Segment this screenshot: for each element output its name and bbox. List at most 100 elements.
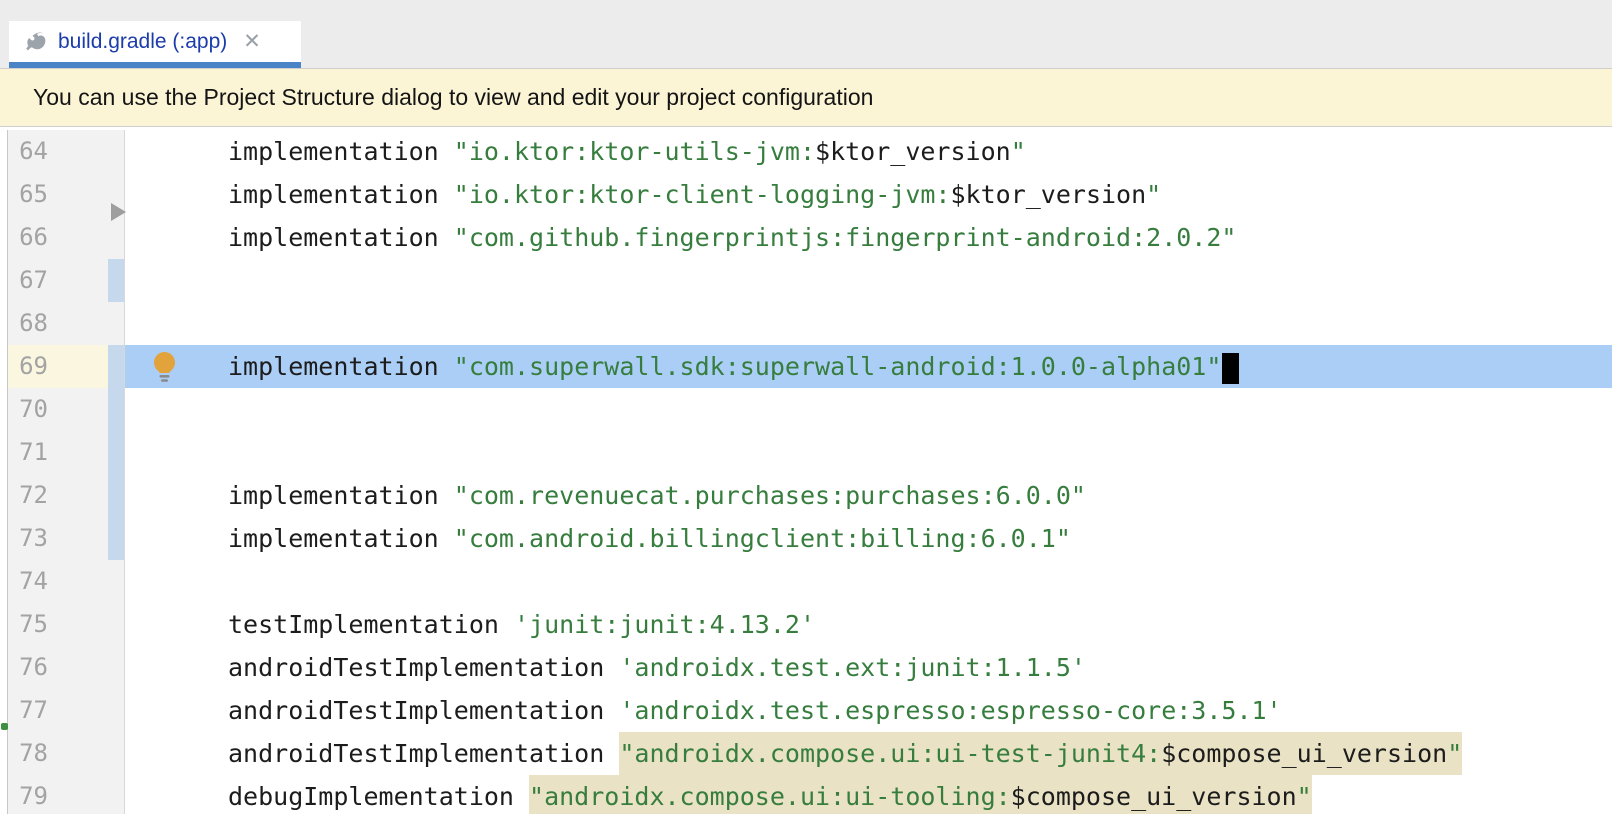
code-text[interactable]: testImplementation 'junit:junit:4.13.2' xyxy=(125,603,1612,646)
vcs-change-bar[interactable] xyxy=(108,431,124,474)
code-token: "com.superwall.sdk:superwall-android:1.0… xyxy=(454,352,1222,381)
tab-label: build.gradle (:app) xyxy=(58,30,227,54)
code-text[interactable] xyxy=(125,560,1612,603)
active-tab-indicator xyxy=(9,62,301,68)
line-number[interactable]: 67 xyxy=(8,259,48,302)
vcs-change-bar[interactable] xyxy=(108,474,124,517)
editor-left-strip xyxy=(0,216,8,259)
code-line-65[interactable]: 65 implementation "io.ktor:ktor-client-lo… xyxy=(0,173,1612,216)
line-number[interactable]: 78 xyxy=(8,732,48,775)
vcs-change-bar[interactable] xyxy=(108,517,124,560)
line-number[interactable]: 76 xyxy=(8,646,48,689)
code-token: " xyxy=(1011,137,1026,166)
code-text[interactable]: implementation "io.ktor:ktor-client-logg… xyxy=(125,173,1612,216)
method-separator-arrow-icon xyxy=(111,203,126,221)
close-icon[interactable]: ✕ xyxy=(243,31,261,52)
line-number[interactable]: 70 xyxy=(8,388,48,431)
editor-left-strip xyxy=(0,259,8,302)
code-line-67[interactable]: 67 xyxy=(0,259,1612,302)
code-token: " xyxy=(1146,180,1161,209)
line-number[interactable]: 75 xyxy=(8,603,48,646)
code-text[interactable]: implementation "com.revenuecat.purchases… xyxy=(125,474,1612,517)
gutter: 64 xyxy=(8,130,125,173)
line-number[interactable]: 68 xyxy=(8,302,48,345)
gradle-elephant-icon xyxy=(21,32,48,52)
line-number[interactable]: 72 xyxy=(8,474,48,517)
code-line-69[interactable]: 69 implementation "com.superwall.sdk:supe… xyxy=(0,345,1612,388)
editor-left-strip xyxy=(0,732,8,775)
code-line-66[interactable]: 66 implementation "com.github.fingerprint… xyxy=(0,216,1612,259)
code-line-77[interactable]: 77 androidTestImplementation 'androidx.te… xyxy=(0,689,1612,732)
gutter: 76 xyxy=(8,646,125,689)
line-number[interactable]: 73 xyxy=(8,517,48,560)
gutter: 75 xyxy=(8,603,125,646)
editor-tab-bar: build.gradle (:app) ✕ xyxy=(0,0,1612,69)
gutter: 77 xyxy=(8,689,125,732)
code-text[interactable] xyxy=(125,259,1612,302)
code-token: implementation xyxy=(228,524,454,553)
vcs-change-bar[interactable] xyxy=(108,259,124,302)
code-line-74[interactable]: 74 xyxy=(0,560,1612,603)
code-text[interactable]: implementation "com.android.billingclien… xyxy=(125,517,1612,560)
code-text[interactable] xyxy=(125,431,1612,474)
line-number[interactable]: 71 xyxy=(8,431,48,474)
code-text[interactable]: androidTestImplementation "androidx.comp… xyxy=(125,732,1612,775)
code-text[interactable]: implementation "com.github.fingerprintjs… xyxy=(125,216,1612,259)
code-text[interactable]: androidTestImplementation 'androidx.test… xyxy=(125,646,1612,689)
code-token: androidTestImplementation xyxy=(228,696,619,725)
code-line-70[interactable]: 70 xyxy=(0,388,1612,431)
code-token: androidTestImplementation xyxy=(228,739,619,768)
editor-left-strip xyxy=(0,646,8,689)
code-line-73[interactable]: 73 implementation "com.android.billingcli… xyxy=(0,517,1612,560)
line-number[interactable]: 79 xyxy=(8,775,48,814)
code-token: " xyxy=(1447,732,1462,775)
code-line-71[interactable]: 71 xyxy=(0,431,1612,474)
code-line-68[interactable]: 68 xyxy=(0,302,1612,345)
intention-bulb-icon[interactable] xyxy=(151,351,178,383)
line-number[interactable]: 69 xyxy=(8,345,48,388)
code-line-72[interactable]: 72 implementation "com.revenuecat.purchas… xyxy=(0,474,1612,517)
code-text[interactable]: implementation "com.superwall.sdk:superw… xyxy=(125,345,1612,388)
editor-left-strip xyxy=(0,431,8,474)
code-line-79[interactable]: 79 debugImplementation "androidx.compose.… xyxy=(0,775,1612,814)
code-editor: 64 implementation "io.ktor:ktor-utils-jvm… xyxy=(0,127,1612,814)
code-text[interactable]: debugImplementation "androidx.compose.ui… xyxy=(125,775,1612,814)
tab-build-gradle[interactable]: build.gradle (:app) ✕ xyxy=(9,21,301,62)
code-token: implementation xyxy=(228,481,454,510)
line-number[interactable]: 65 xyxy=(8,173,48,216)
code-text[interactable]: implementation "io.ktor:ktor-utils-jvm:$… xyxy=(125,130,1612,173)
editor-left-strip xyxy=(0,689,8,732)
code-line-64[interactable]: 64 implementation "io.ktor:ktor-utils-jvm… xyxy=(0,130,1612,173)
code-line-76[interactable]: 76 androidTestImplementation 'androidx.te… xyxy=(0,646,1612,689)
line-number[interactable]: 64 xyxy=(8,130,48,173)
code-line-75[interactable]: 75 testImplementation 'junit:junit:4.13.2… xyxy=(0,603,1612,646)
gutter: 71 xyxy=(8,431,125,474)
editor-left-strip xyxy=(0,560,8,603)
vcs-change-bar[interactable] xyxy=(108,388,124,431)
editor-left-strip xyxy=(0,388,8,431)
gutter: 65 xyxy=(8,173,125,216)
code-token: $compose_ui_version xyxy=(1161,732,1447,775)
gutter: 78 xyxy=(8,732,125,775)
gutter: 72 xyxy=(8,474,125,517)
vcs-change-bar[interactable] xyxy=(108,345,124,388)
code-text[interactable] xyxy=(125,302,1612,345)
code-text[interactable] xyxy=(125,388,1612,431)
editor-left-strip xyxy=(0,345,8,388)
editor-left-strip xyxy=(0,517,8,560)
text-cursor xyxy=(1222,353,1239,384)
vcs-change-dot[interactable] xyxy=(1,723,8,730)
line-number[interactable]: 77 xyxy=(8,689,48,732)
code-token: 'androidx.test.ext:junit:1.1.5' xyxy=(619,653,1086,682)
line-number[interactable]: 74 xyxy=(8,560,48,603)
code-token: $ktor_version xyxy=(950,180,1146,209)
gutter: 68 xyxy=(8,302,125,345)
line-number[interactable]: 66 xyxy=(8,216,48,259)
code-text[interactable]: androidTestImplementation 'androidx.test… xyxy=(125,689,1612,732)
editor-left-strip xyxy=(0,603,8,646)
code-token: 'androidx.test.espresso:espresso-core:3.… xyxy=(619,696,1281,725)
code-token: $compose_ui_version xyxy=(1011,775,1297,814)
code-token: "io.ktor:ktor-utils-jvm: xyxy=(454,137,815,166)
code-line-78[interactable]: 78 androidTestImplementation "androidx.co… xyxy=(0,732,1612,775)
code-token: implementation xyxy=(228,352,454,381)
